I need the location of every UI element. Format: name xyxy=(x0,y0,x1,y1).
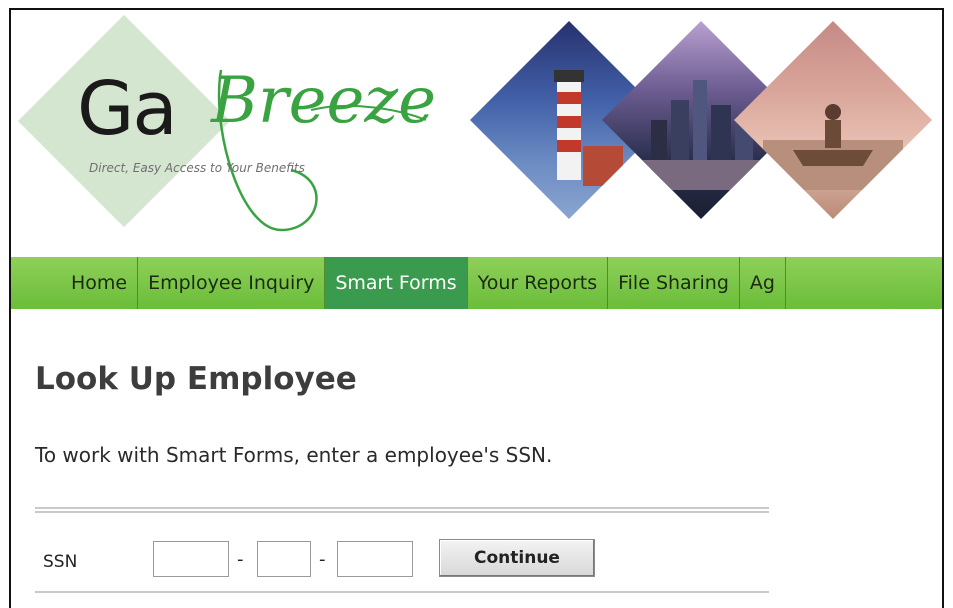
nav-item-ag[interactable]: Ag xyxy=(740,257,786,309)
ssn-part2-input[interactable] xyxy=(257,541,311,577)
ssn-part1-input[interactable] xyxy=(153,541,229,577)
instructions-text: To work with Smart Forms, enter a employ… xyxy=(35,443,553,467)
continue-button[interactable]: Continue xyxy=(439,539,595,577)
ssn-form-row: SSN - - Continue xyxy=(35,537,769,585)
ssn-label: SSN xyxy=(43,552,78,572)
ssn-part3-input[interactable] xyxy=(337,541,413,577)
form-bottom-divider xyxy=(35,591,769,593)
ssn-separator-2: - xyxy=(319,549,326,570)
boat-photo xyxy=(734,21,932,219)
nav-item-your-reports[interactable]: Your Reports xyxy=(468,257,609,309)
page-frame: Ga Breeze Direct, Easy Access to Your Be… xyxy=(9,8,944,608)
main-content: Look Up Employee To work with Smart Form… xyxy=(11,309,942,608)
ssn-separator-1: - xyxy=(237,549,244,570)
nav-item-employee-inquiry[interactable]: Employee Inquiry xyxy=(138,257,326,309)
boat-rower-icon xyxy=(763,104,903,190)
nav-item-file-sharing[interactable]: File Sharing xyxy=(608,257,740,309)
nav-item-home[interactable]: Home xyxy=(61,257,139,309)
page-title: Look Up Employee xyxy=(35,361,357,397)
logo-text-breeze: Breeze xyxy=(210,64,436,138)
nav-item-smart-forms[interactable]: Smart Forms xyxy=(325,257,468,309)
form-top-divider xyxy=(35,507,769,513)
logo-text-ga: Ga xyxy=(77,66,178,152)
logo-tagline: Direct, Easy Access to Your Benefits xyxy=(89,161,305,175)
logo-breeze-script: Breeze xyxy=(210,64,436,232)
main-nav: Home Employee Inquiry Smart Forms Your R… xyxy=(11,257,942,309)
site-header: Ga Breeze Direct, Easy Access to Your Be… xyxy=(11,10,942,257)
